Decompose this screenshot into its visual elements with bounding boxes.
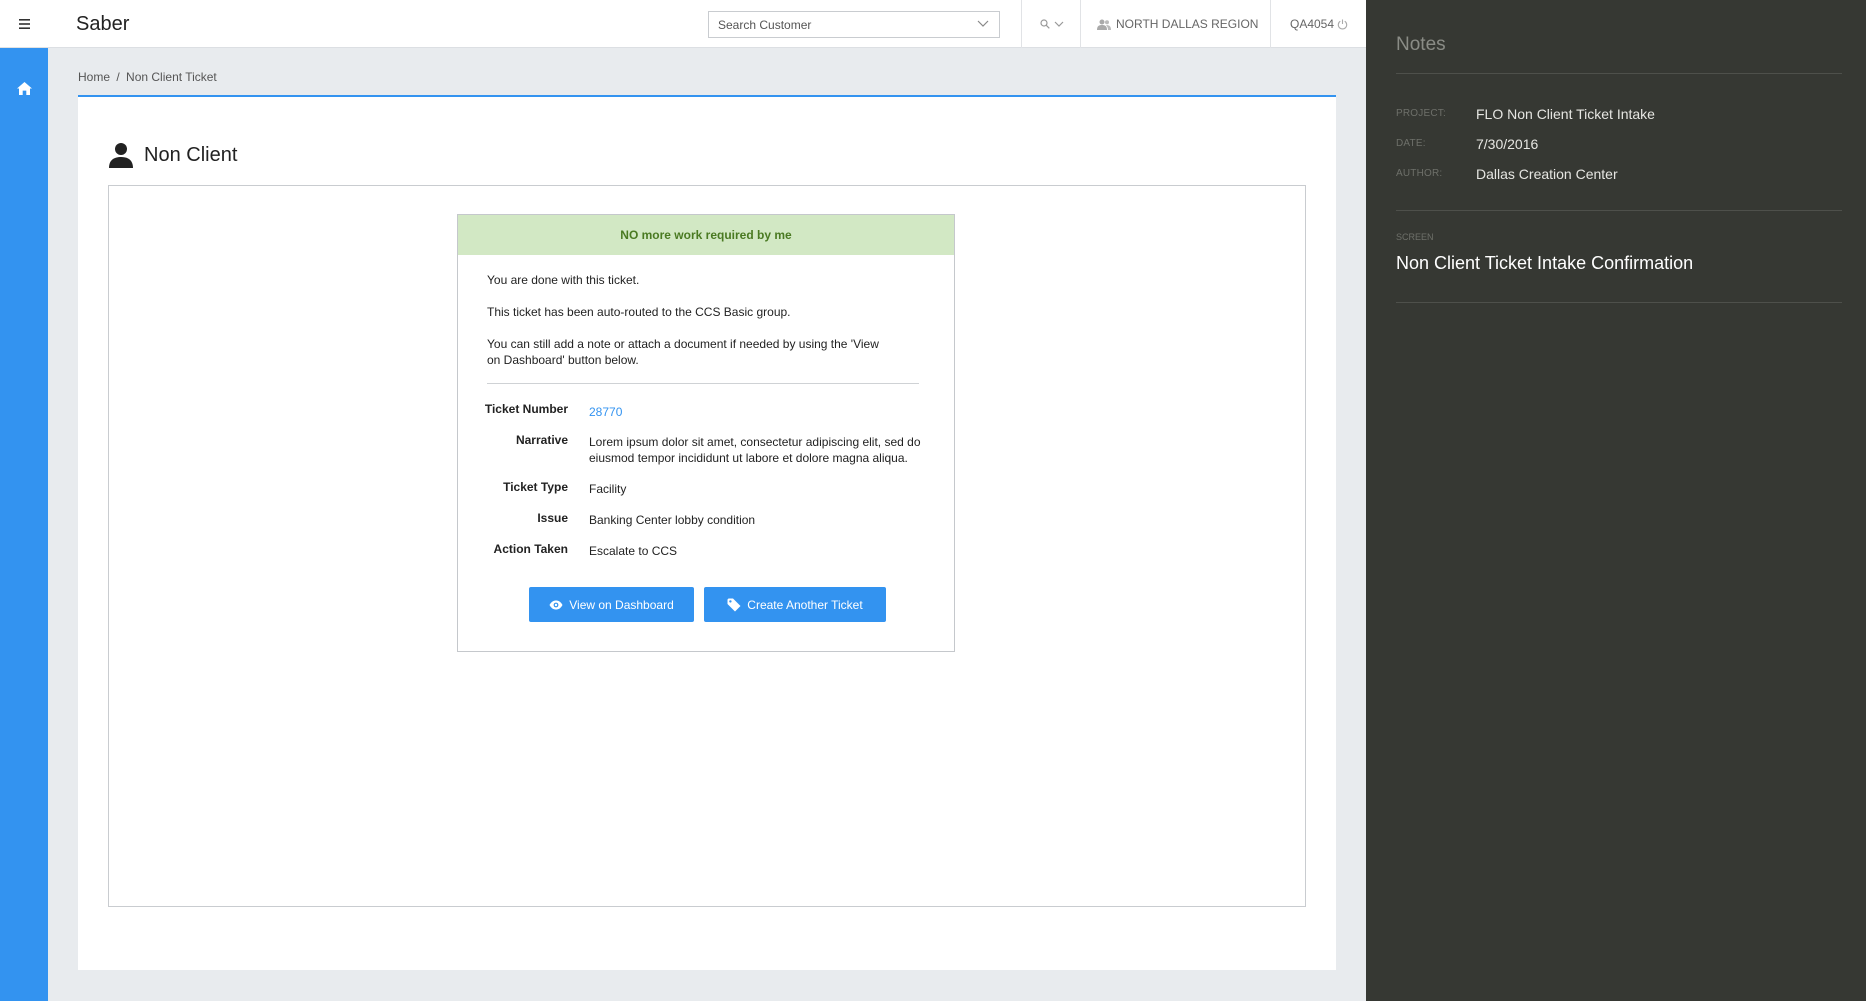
eye-icon — [549, 600, 563, 609]
user-id: QA4054 — [1290, 17, 1335, 31]
divider — [487, 383, 919, 384]
breadcrumb-current: Non Client Ticket — [126, 70, 217, 84]
region-label: NORTH DALLAS REGION — [1116, 17, 1259, 31]
page-title: Non Client — [144, 143, 238, 166]
view-on-dashboard-button[interactable]: View on Dashboard — [529, 587, 694, 622]
region-selector[interactable]: NORTH DALLAS REGION — [1080, 0, 1271, 48]
search-customer-placeholder: Search Customer — [718, 18, 812, 32]
ticket-type-value: Facility — [589, 482, 627, 496]
header-search-button[interactable] — [1021, 0, 1081, 48]
author-label: AUTHOR: — [1396, 168, 1443, 179]
users-icon — [1097, 19, 1111, 30]
confirmation-card: NO more work required by me You are done… — [457, 214, 955, 652]
notes-divider — [1396, 302, 1842, 303]
action-taken-label: Action Taken — [493, 542, 568, 556]
chevron-down-icon[interactable] — [977, 20, 989, 28]
breadcrumb-home-link[interactable]: Home — [78, 70, 110, 84]
action-taken-value: Escalate to CCS — [589, 544, 678, 558]
create-another-ticket-label: Create Another Ticket — [747, 597, 863, 612]
ticket-number-label: Ticket Number — [484, 402, 568, 416]
search-icon — [1039, 19, 1050, 29]
notes-divider — [1396, 73, 1842, 74]
app-title: Saber — [76, 13, 130, 35]
power-icon[interactable] — [1337, 19, 1348, 30]
notes-panel: Notes PROJECT: FLO Non Client Ticket Int… — [1366, 0, 1866, 1001]
hamburger-menu-button[interactable] — [0, 0, 48, 48]
user-menu[interactable]: QA4054 — [1270, 0, 1366, 48]
hamburger-icon — [18, 18, 30, 29]
home-icon — [16, 81, 32, 95]
narrative-label: Narrative — [515, 433, 568, 447]
breadcrumb: Home / Non Client Ticket — [78, 70, 217, 84]
issue-label: Issue — [537, 511, 568, 525]
issue-value: Banking Center lobby condition — [589, 513, 756, 527]
top-header: Saber Search Customer NORTH DALLAS REGIO… — [48, 0, 1366, 48]
tag-icon — [727, 598, 741, 611]
search-customer-input[interactable]: Search Customer — [708, 11, 1000, 38]
page-heading: Non Client — [108, 142, 237, 168]
breadcrumb-separator: / — [116, 70, 120, 84]
message-routed: This ticket has been auto-routed to the … — [487, 305, 791, 319]
sidebar-home-button[interactable] — [0, 64, 48, 112]
project-label: PROJECT: — [1396, 108, 1446, 119]
ticket-type-label: Ticket Type — [503, 480, 568, 494]
view-on-dashboard-label: View on Dashboard — [569, 597, 674, 612]
ticket-number-value[interactable]: 28770 — [589, 404, 929, 420]
content-panel: NO more work required by me You are done… — [108, 185, 1306, 907]
screen-name: Non Client Ticket Intake Confirmation — [1396, 253, 1694, 273]
main-card: Non Client NO more work required by me Y… — [78, 95, 1336, 970]
project-value: FLO Non Client Ticket Intake — [1476, 106, 1655, 122]
chevron-down-icon — [1054, 21, 1063, 27]
person-icon — [109, 143, 133, 168]
narrative-value: Lorem ipsum dolor sit amet, consectetur … — [589, 435, 921, 465]
message-add-note: You can still add a note or attach a doc… — [487, 337, 879, 367]
create-another-ticket-button[interactable]: Create Another Ticket — [704, 587, 886, 622]
message-done: You are done with this ticket. — [487, 273, 640, 287]
date-label: DATE: — [1396, 138, 1426, 149]
screen-label: SCREEN — [1396, 232, 1434, 242]
author-value: Dallas Creation Center — [1476, 166, 1618, 182]
date-value: 7/30/2016 — [1476, 136, 1539, 152]
notes-divider — [1396, 210, 1842, 211]
notes-title: Notes — [1396, 34, 1446, 55]
left-sidebar — [0, 0, 48, 1001]
confirmation-banner: NO more work required by me — [458, 215, 954, 255]
